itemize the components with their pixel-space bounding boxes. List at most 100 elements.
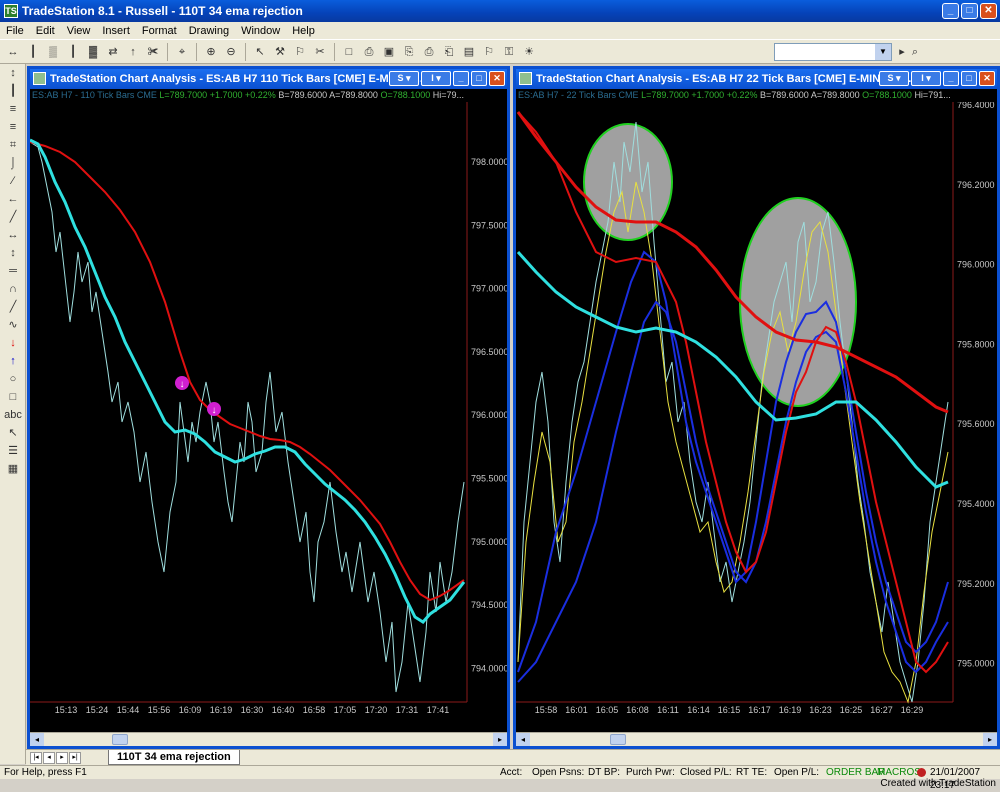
right-chart-maximize-button[interactable]: □ [961,71,977,86]
drawing-tool-3[interactable]: ≡ [2,101,24,118]
left-chart-maximize-button[interactable]: □ [471,71,487,86]
left-chart-s-button[interactable]: S ▾ [389,71,419,86]
drawing-tool-9[interactable]: ╱ [2,209,24,226]
copy-icon[interactable]: ⎗ [440,43,458,61]
toolbar-icon-5[interactable]: ▓ [84,43,102,61]
grid-icon[interactable]: ▤ [460,43,478,61]
right-chart-minimize-button[interactable]: _ [943,71,959,86]
lock-icon[interactable]: ⚿ [500,43,518,61]
scroll-left-icon[interactable]: ◂ [30,733,44,746]
menu-help[interactable]: Help [286,25,321,37]
drawing-tool-5[interactable]: ⌗ [2,137,24,154]
right-price-label-7: 795.0000 [957,659,995,669]
right-price-chart[interactable]: 796.4000 796.2000 796.0000 795.8000 795.6000… [516,102,997,720]
left-chart-close-button[interactable]: ✕ [489,71,505,86]
tab-first-icon[interactable]: |◂ [30,752,42,764]
right-chart-s-button[interactable]: S ▾ [879,71,909,86]
left-price-label-1: 797.5000 [471,220,507,230]
flag-icon[interactable]: ⚐ [291,43,309,61]
horizontal-arrow-icon[interactable]: ↔ [2,227,24,244]
right-chart-window: TradeStation Chart Analysis - ES:AB H7 2… [513,66,1000,749]
close-button[interactable]: ✕ [980,3,997,19]
menu-file[interactable]: File [0,25,30,37]
right-time-label-3: 16:08 [626,705,649,715]
hammer-icon[interactable]: ⚒ [271,43,289,61]
menu-window[interactable]: Window [235,25,286,37]
scroll-left-icon[interactable]: ◂ [516,733,530,746]
toolbar-icon-3[interactable]: ▒ [44,43,62,61]
chevron-down-icon[interactable]: ▼ [875,44,891,60]
left-price-chart[interactable]: 798.0000 797.5000 797.0000 796.5000 796.0000… [30,102,507,720]
pointer-icon[interactable]: ↖ [2,425,24,442]
up-arrow-icon[interactable]: ↑ [2,353,24,370]
workspace-tab[interactable]: 110T 34 ema rejection [108,750,240,765]
down-arrow-icon[interactable]: ↓ [2,335,24,352]
bid-price: B=789.6000 [278,90,328,100]
zoom-out-icon[interactable]: ⊖ [222,43,240,61]
pointer-icon[interactable]: ↖ [251,43,269,61]
drawing-tool-4[interactable]: ≡ [2,119,24,136]
left-time-label-7: 16:40 [272,705,295,715]
text-tool-icon[interactable]: abc [2,407,24,424]
arc-icon[interactable]: ∩ [2,281,24,298]
toolbar-icon-6[interactable]: ⇄ [104,43,122,61]
toolbar-icon-1[interactable]: ↔ [4,43,22,61]
menu-view[interactable]: View [61,25,97,37]
scroll-right-icon[interactable]: ▸ [493,733,507,746]
menu-drawing[interactable]: Drawing [183,25,235,37]
scissors-icon[interactable]: ✂ [311,43,329,61]
color-icon[interactable]: ☀ [520,43,538,61]
drawing-tool-7[interactable]: ∕ [2,173,24,190]
drawing-tool-22[interactable]: ☰ [2,443,24,460]
sell-marker-1-icon: ↓ [180,379,185,390]
toolbar-icon-2[interactable]: ┃ [24,43,42,61]
vertical-arrow-icon[interactable]: ↕ [2,245,24,262]
print-icon[interactable]: ⎘ [400,43,418,61]
right-chart-hscrollbar[interactable]: ◂ ▸ [516,732,997,746]
last-price: L=789.7000 [159,90,208,100]
preview-icon[interactable]: ⎙ [420,43,438,61]
left-chart-i-button[interactable]: I ▾ [421,71,451,86]
blue-line-1 [517,250,949,673]
drawing-tool-23[interactable]: ▦ [2,461,24,478]
drawing-tool-12[interactable]: ═ [2,263,24,280]
right-chart-close-button[interactable]: ✕ [979,71,995,86]
rectangle-icon[interactable]: □ [2,389,24,406]
sell-marker-2: ↓ [207,402,221,416]
toolbar-icon-7[interactable]: ↑ [124,43,142,61]
save-icon[interactable]: ▣ [380,43,398,61]
pencil-icon[interactable]: ╱ [2,299,24,316]
symbol-combo-box[interactable]: ▼ [774,43,892,61]
tab-prev-icon[interactable]: ◂ [43,752,55,764]
left-chart-minimize-button[interactable]: _ [453,71,469,86]
ellipse-icon[interactable]: ○ [2,371,24,388]
toolbar-icon-4[interactable]: ┃ [64,43,82,61]
left-chart-window: TradeStation Chart Analysis - ES:AB H7 1… [27,66,510,749]
tab-next-icon[interactable]: ▸ [56,752,68,764]
maximize-button[interactable]: □ [961,3,978,19]
scroll-thumb[interactable] [610,734,626,745]
new-icon[interactable]: □ [340,43,358,61]
menu-format[interactable]: Format [136,25,183,37]
zoom-in-icon[interactable]: ⊕ [202,43,220,61]
menu-insert[interactable]: Insert [96,25,136,37]
menu-edit[interactable]: Edit [30,25,61,37]
scroll-right-icon[interactable]: ▸ [983,733,997,746]
drawing-tool-1[interactable]: ↕ [2,65,24,82]
magnifier-icon[interactable]: ⌕ [906,43,924,61]
minimize-button[interactable]: _ [942,3,959,19]
toolbar-icon-9[interactable]: ⌖ [173,43,191,61]
open-icon[interactable]: ⎙ [360,43,378,61]
right-price-label-6: 795.2000 [957,579,995,589]
left-chart-hscrollbar[interactable]: ◂ ▸ [30,732,507,746]
dt-bp-label: DT BP: [588,767,621,778]
toolbar-icon-8[interactable]: ✀ [144,43,162,61]
scroll-thumb[interactable] [112,734,128,745]
curve-icon[interactable]: ∿ [2,317,24,334]
drawing-tool-2[interactable]: ┃ [2,83,24,100]
drawing-tool-8[interactable]: ← [2,191,24,208]
flag-2-icon[interactable]: ⚐ [480,43,498,61]
right-chart-i-button[interactable]: I ▾ [911,71,941,86]
drawing-tool-6[interactable]: ⌡ [2,155,24,172]
tab-last-icon[interactable]: ▸| [69,752,81,764]
